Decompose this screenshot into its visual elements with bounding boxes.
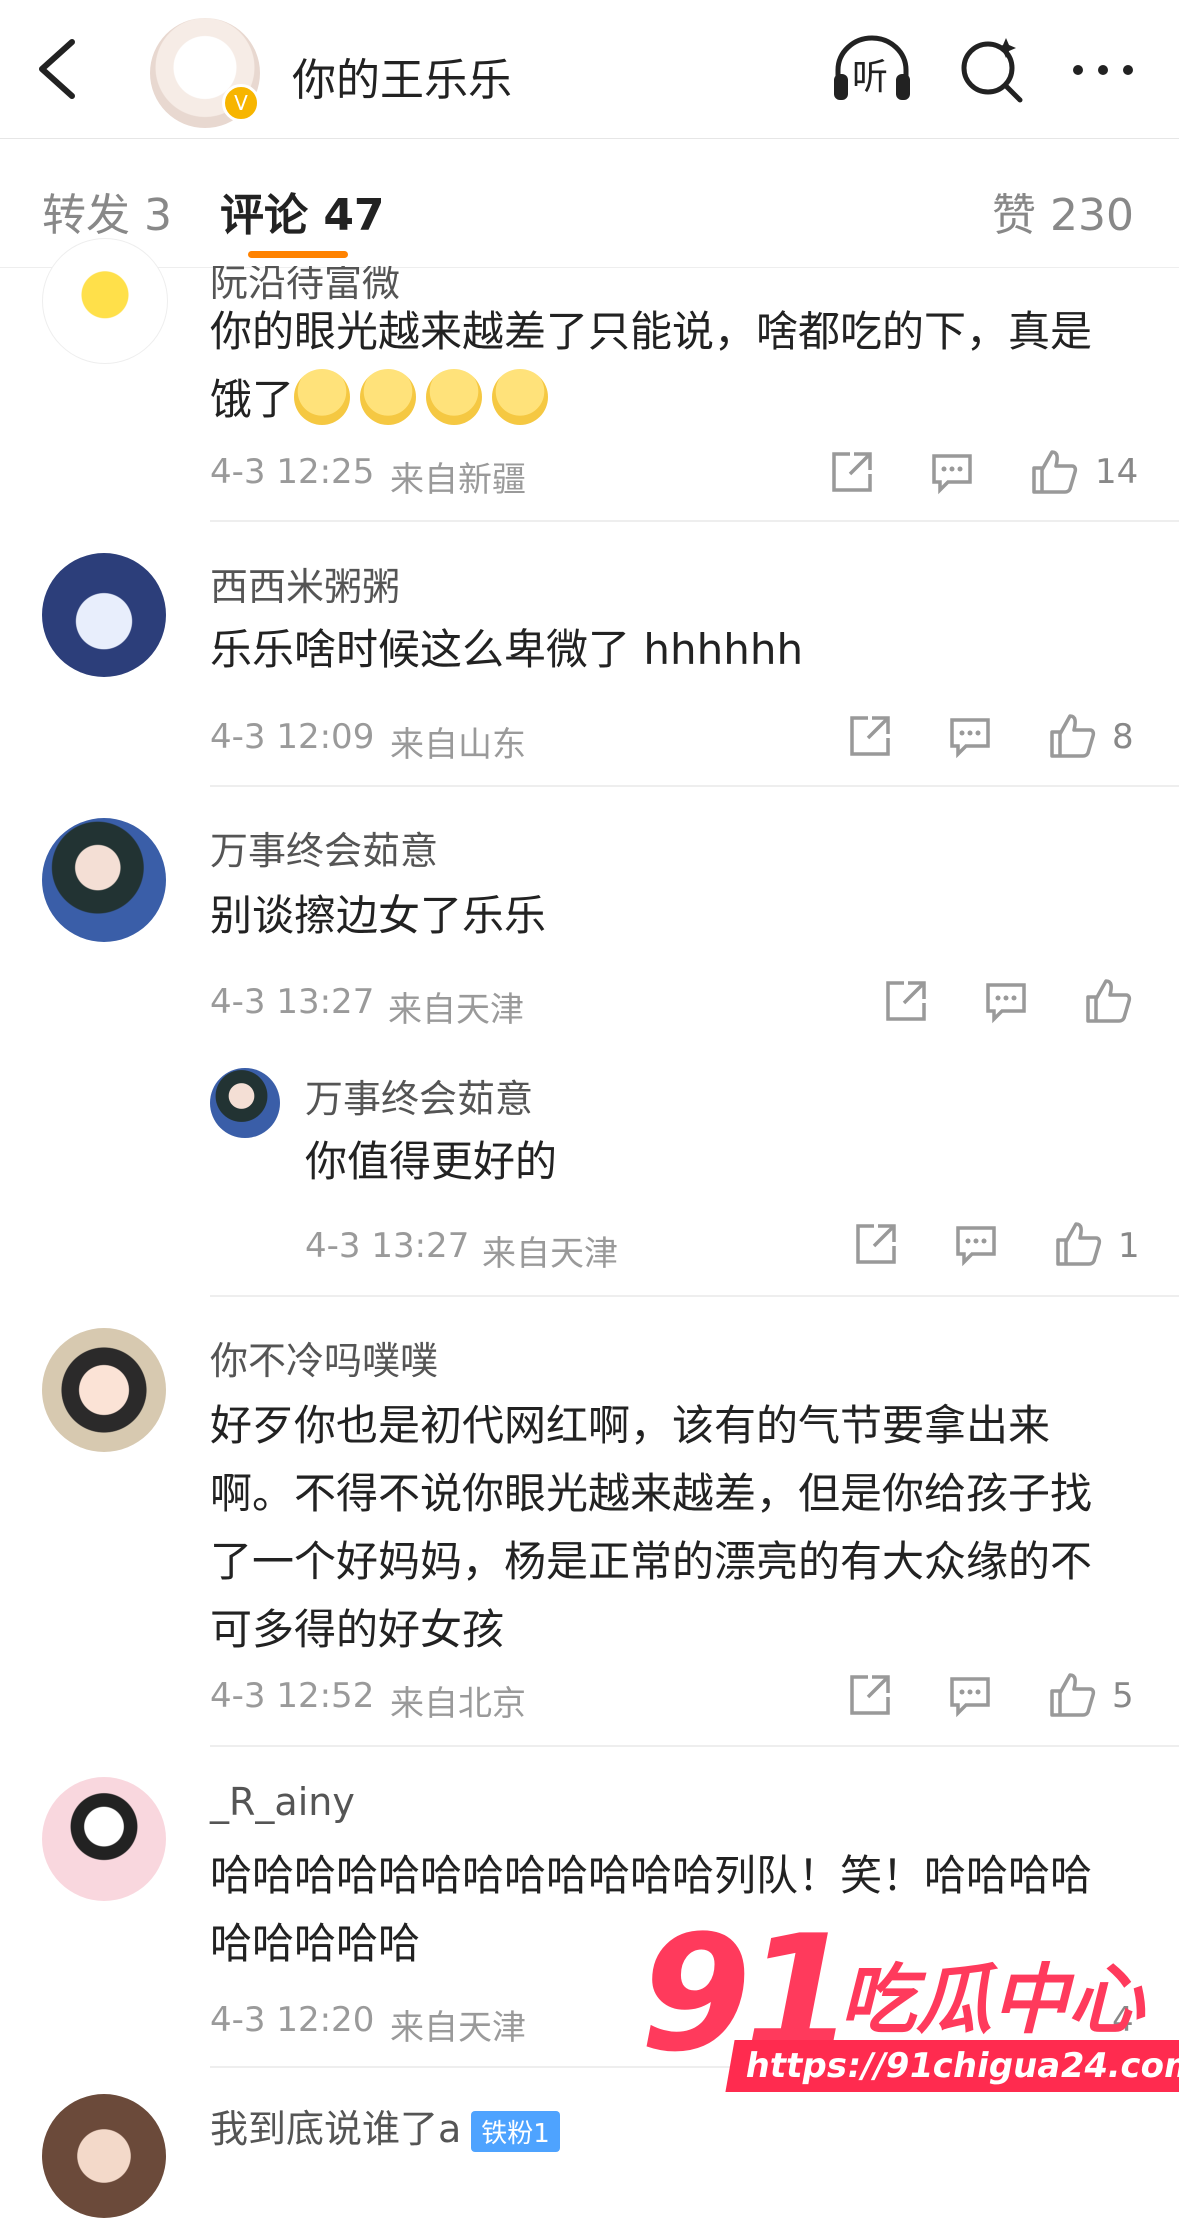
- emoji-icon: [360, 368, 417, 425]
- watermark-url: https://91chigua24.com: [725, 2040, 1179, 2092]
- tab-repost[interactable]: 转发 3: [42, 179, 172, 243]
- reply-location: 来自天津: [482, 1234, 618, 1274]
- search-icon[interactable]: [956, 34, 1026, 104]
- reply-icon[interactable]: [946, 1671, 994, 1719]
- author-name[interactable]: 你的王乐乐: [292, 44, 512, 108]
- commenter-name[interactable]: 万事终会茹意: [210, 820, 438, 875]
- reply-time: 4-3 13:27: [305, 1226, 470, 1266]
- emoji-icon: [294, 368, 351, 425]
- verified-badge-icon: V: [222, 84, 260, 122]
- share-icon[interactable]: [828, 448, 876, 496]
- watermark-name: 吃瓜中心: [840, 1955, 1144, 2044]
- like-thumb-icon[interactable]: [1054, 1220, 1102, 1268]
- emoji-icon: [492, 368, 549, 425]
- comment-location: 来自山东: [390, 725, 526, 765]
- comment-text: 好歹你也是初代网红啊，该有的气节要拿出来啊。不得不说你眼光越来越差，但是你给孩子…: [210, 1401, 1093, 1654]
- like-thumb-icon[interactable]: [1030, 448, 1078, 496]
- comment-text: 乐乐啥时候这么卑微了 hhhhhh: [210, 625, 804, 674]
- commenter-name: 我到底说谁了a 铁粉1: [210, 2098, 560, 2153]
- reply-icon[interactable]: [982, 977, 1030, 1025]
- active-tab-indicator: [248, 251, 348, 258]
- comment-time: 4-3 13:27: [210, 982, 375, 1022]
- fan-badge: 铁粉1: [471, 2111, 560, 2152]
- commenter-name[interactable]: 你不冷吗噗噗: [210, 1330, 438, 1385]
- divider: [210, 520, 1179, 522]
- reply-icon[interactable]: [928, 448, 976, 496]
- commenter-name[interactable]: 西西米粥粥: [210, 556, 400, 611]
- top-nav-bar: V 你的王乐乐 听: [0, 0, 1179, 139]
- divider: [210, 1745, 1179, 1747]
- comment-time: 4-3 12:20: [210, 2000, 375, 2040]
- commenter-name[interactable]: _R_ainy: [210, 1780, 355, 1824]
- commenter-name-text[interactable]: 我到底说谁了a: [210, 2107, 461, 2151]
- listen-label: 听: [852, 57, 889, 98]
- share-icon[interactable]: [846, 1671, 894, 1719]
- divider: [210, 1295, 1179, 1297]
- comment-time: 4-3 12:09: [210, 717, 375, 757]
- tab-bar: 转发 3 评论 47 赞 230: [0, 139, 1179, 268]
- emoji-icon: [426, 368, 483, 425]
- like-thumb-icon[interactable]: [1048, 712, 1096, 760]
- commenter-avatar[interactable]: [42, 1777, 166, 1901]
- share-icon[interactable]: [846, 712, 894, 760]
- reply-user-name[interactable]: 万事终会茹意: [305, 1068, 533, 1123]
- author-avatar[interactable]: V: [150, 18, 260, 128]
- reply-avatar[interactable]: [210, 1068, 280, 1138]
- more-options-icon[interactable]: [1070, 52, 1136, 88]
- listen-button[interactable]: 听: [830, 34, 914, 104]
- tab-like[interactable]: 赞 230: [992, 179, 1134, 243]
- commenter-avatar[interactable]: [42, 2094, 166, 2218]
- like-count: 5: [1112, 1676, 1134, 1716]
- like-count: 8: [1112, 717, 1134, 757]
- comment-time: 4-3 12:52: [210, 1676, 375, 1716]
- reply-icon[interactable]: [952, 1220, 1000, 1268]
- reply-text: 你值得更好的: [305, 1137, 558, 1186]
- like-thumb-icon[interactable]: [1084, 977, 1132, 1025]
- commenter-avatar[interactable]: [42, 1328, 166, 1452]
- comment-time: 4-3 12:25: [210, 452, 375, 492]
- like-count: 1: [1118, 1226, 1140, 1266]
- comment-location: 来自北京: [390, 1684, 526, 1724]
- like-thumb-icon[interactable]: [1048, 1671, 1096, 1719]
- comment-location: 来自天津: [390, 2008, 526, 2048]
- divider: [210, 785, 1179, 787]
- reply-icon[interactable]: [946, 712, 994, 760]
- commenter-avatar[interactable]: [42, 553, 166, 677]
- like-count: 14: [1095, 452, 1139, 492]
- tab-comment[interactable]: 评论 47: [220, 179, 385, 243]
- share-icon[interactable]: [882, 977, 930, 1025]
- comment-location: 来自天津: [388, 990, 524, 1030]
- comment-location: 来自新疆: [390, 460, 526, 500]
- watermark: 91 吃瓜中心 https://91chigua24.com: [640, 1900, 1179, 2100]
- comment-text: 你的眼光越来越差了只能说，啥都吃的下，真是饿了: [210, 298, 1110, 434]
- back-arrow-icon[interactable]: [30, 36, 90, 102]
- commenter-avatar[interactable]: [42, 818, 166, 942]
- commenter-avatar[interactable]: [42, 238, 168, 364]
- share-icon[interactable]: [852, 1220, 900, 1268]
- comment-text: 别谈擦边女了乐乐: [210, 891, 547, 940]
